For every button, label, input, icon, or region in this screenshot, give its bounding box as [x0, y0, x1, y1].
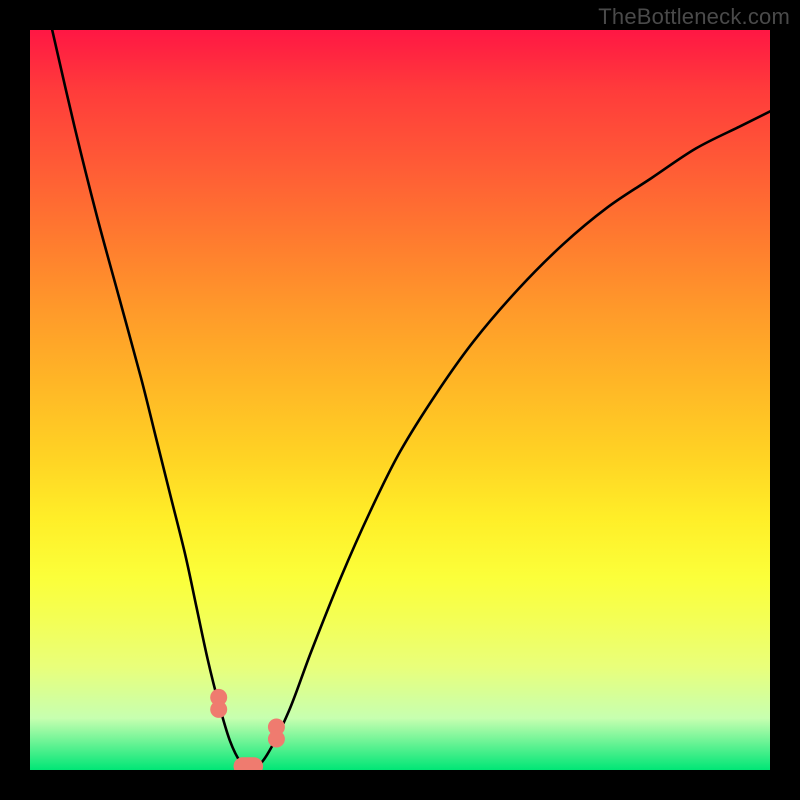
watermark-label: TheBottleneck.com — [598, 4, 790, 30]
curve-path — [52, 30, 770, 770]
curve-marker-dot — [210, 701, 227, 718]
curve-marker-pill — [234, 757, 264, 770]
curve-markers — [210, 689, 285, 770]
bottleneck-curve — [30, 30, 770, 770]
chart-frame: TheBottleneck.com — [0, 0, 800, 800]
plot-area — [30, 30, 770, 770]
curve-marker-dot — [268, 731, 285, 748]
